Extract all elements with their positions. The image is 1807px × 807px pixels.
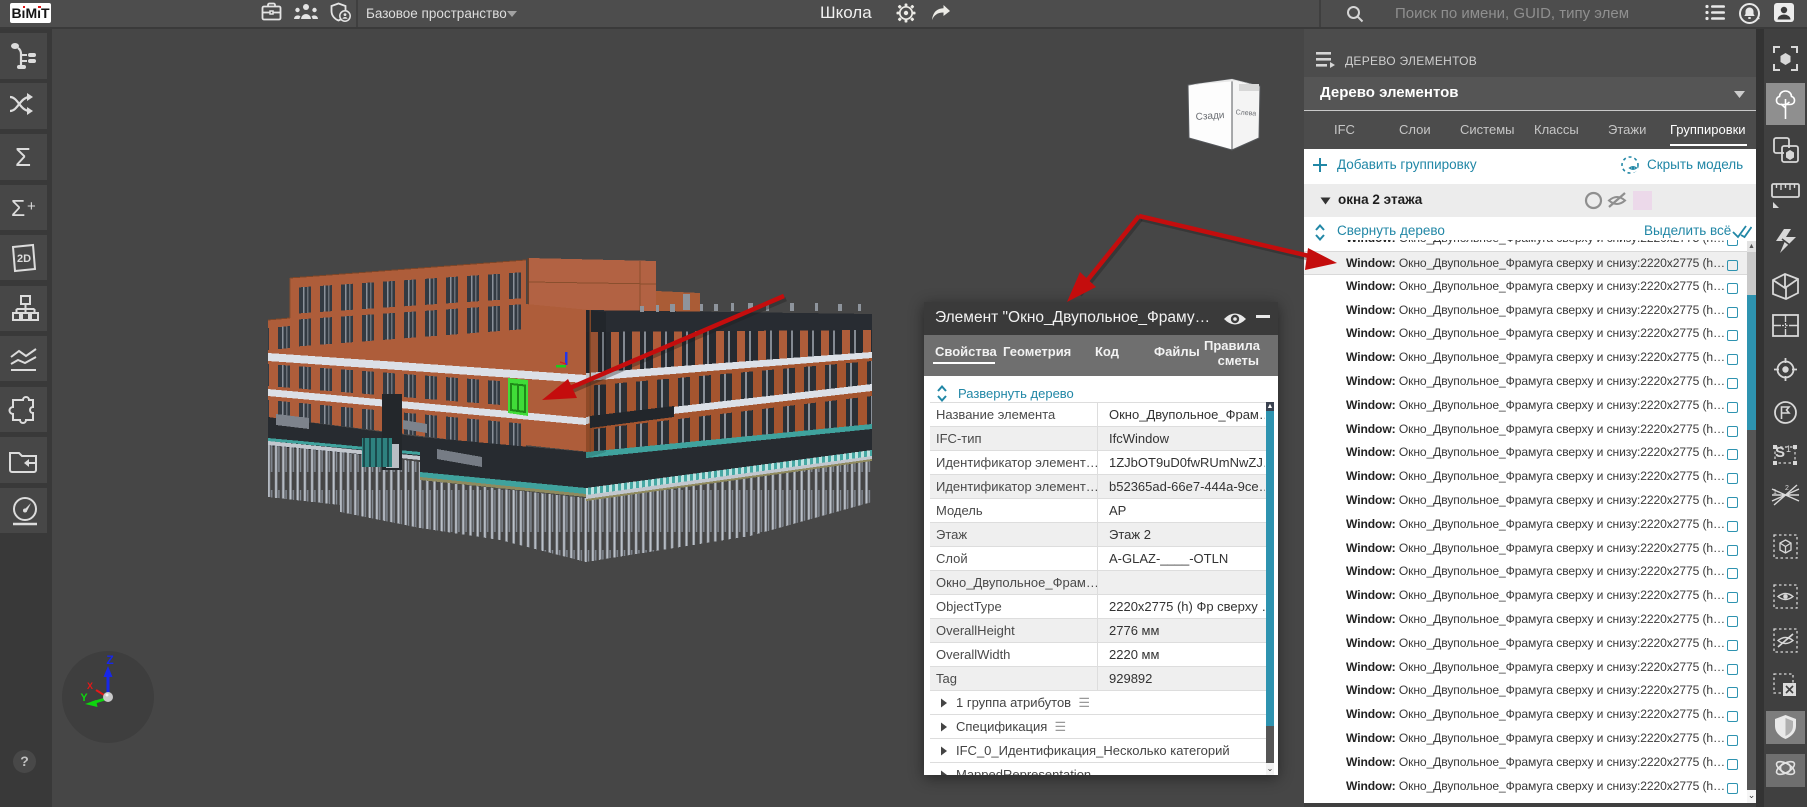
svg-text:1: 1	[1786, 444, 1791, 454]
svg-text:Слева: Слева	[1235, 109, 1256, 117]
svg-text:1: 1	[1773, 489, 1777, 496]
svg-text:2: 2	[1785, 485, 1789, 492]
svg-text:2D: 2D	[17, 253, 31, 265]
svg-text:Z: Z	[106, 653, 113, 667]
svg-text:+: +	[27, 198, 36, 215]
svg-text:Σ: Σ	[11, 195, 25, 221]
svg-text:Σ: Σ	[15, 142, 31, 172]
svg-text:Y: Y	[80, 692, 88, 704]
svg-text:X: X	[87, 681, 93, 691]
svg-text:Сзади: Сзади	[1195, 110, 1224, 123]
